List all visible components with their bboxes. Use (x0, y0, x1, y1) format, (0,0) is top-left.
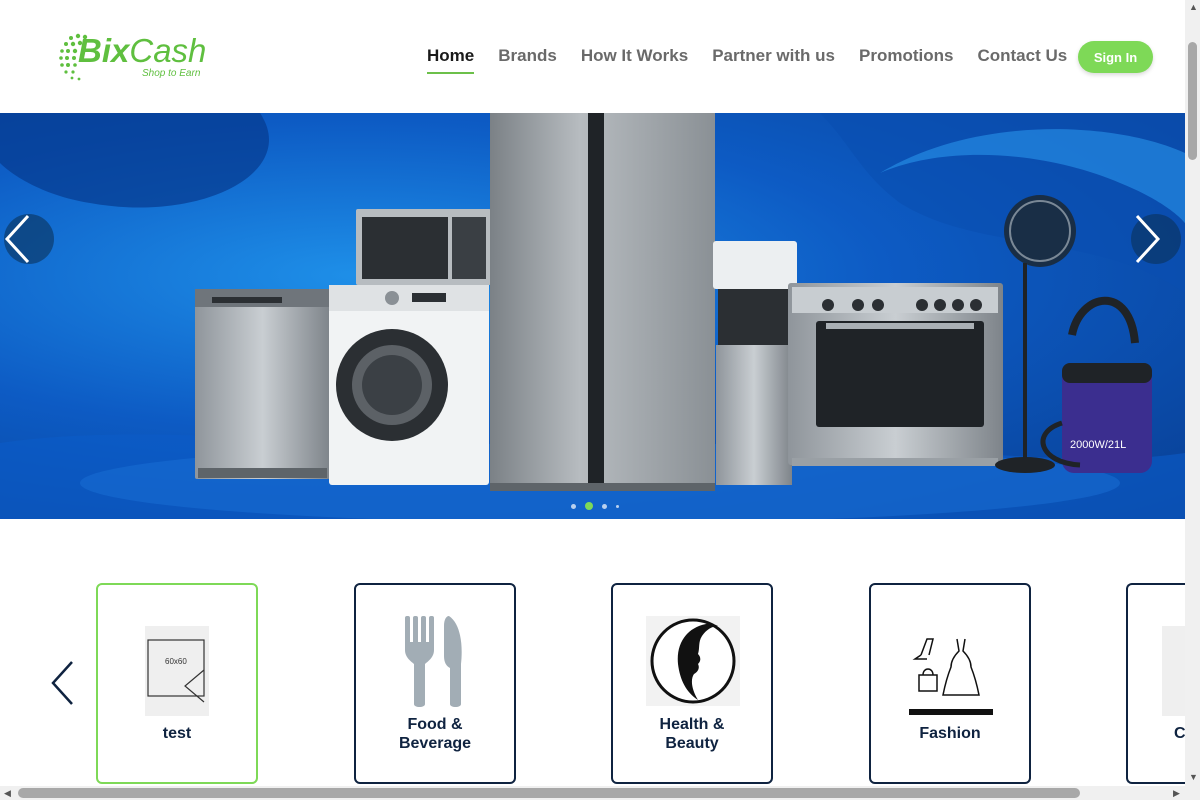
carousel-indicators (571, 502, 619, 510)
hero-next-button[interactable] (1131, 214, 1181, 264)
chevron-left-icon (4, 214, 30, 264)
site-header: BixCash Shop to Earn Home Brands How It … (0, 0, 1185, 113)
category-label: Health & Beauty (613, 715, 771, 753)
category-label: Food & Beverage (356, 715, 514, 753)
category-label-line-1: Food & (407, 716, 463, 733)
category-card-test[interactable]: 60x60 test (96, 583, 258, 784)
vacuum-label: 2000W/21L (1070, 439, 1126, 451)
fashion-icon (909, 638, 993, 715)
sign-in-button[interactable]: Sign In (1078, 41, 1153, 73)
carousel-dot-2[interactable] (585, 502, 593, 510)
scroll-down-arrow-icon[interactable]: ▼ (1189, 772, 1198, 782)
placeholder-size-label: 60x60 (165, 657, 187, 666)
category-label-line-1: Health & (659, 716, 725, 733)
nav-promotions[interactable]: Promotions (859, 46, 953, 74)
face-silhouette-graphic (650, 618, 736, 704)
vertical-scrollbar-thumb[interactable] (1188, 42, 1197, 160)
chevron-right-icon (1135, 214, 1161, 264)
hero-banner-image: 2000W/21L (0, 113, 1185, 519)
logo-bix: Bix (78, 32, 130, 69)
category-label: C (1174, 725, 1186, 742)
carousel-dot-1[interactable] (571, 503, 576, 509)
nav-how-it-works[interactable]: How It Works (581, 46, 688, 74)
logo-wordmark: BixCash (78, 32, 206, 70)
nav-brands[interactable]: Brands (498, 46, 557, 74)
placeholder-image-icon: 60x60 (145, 626, 209, 716)
categories-prev-chevron-left-icon[interactable] (48, 660, 78, 706)
logo-tagline: Shop to Earn (142, 68, 201, 79)
horizontal-scrollbar-thumb[interactable] (18, 788, 1080, 798)
scroll-left-arrow-icon[interactable]: ◀ (4, 788, 11, 799)
category-label-line-2: Beverage (398, 735, 472, 752)
scroll-right-arrow-icon[interactable]: ▶ (1173, 788, 1180, 799)
category-label-line-2: Beauty (665, 735, 719, 752)
carousel-dot-3[interactable] (602, 503, 607, 509)
nav-contact-us[interactable]: Contact Us (977, 46, 1067, 74)
hero-prev-button[interactable] (4, 214, 54, 264)
category-label: test (162, 725, 192, 742)
logo-cash: Cash (129, 32, 207, 69)
category-card-food-beverage[interactable]: Food & Beverage (354, 583, 516, 784)
category-card-health-beauty[interactable]: Health & Beauty (611, 583, 773, 784)
scroll-up-arrow-icon[interactable]: ▲ (1189, 2, 1198, 12)
category-card-fashion[interactable]: Fashion (869, 583, 1031, 784)
nav-partner-with-us[interactable]: Partner with us (712, 46, 835, 74)
placeholder-graphic: 60x60 (147, 639, 205, 703)
hero-carousel: 2000W/21L (0, 113, 1185, 519)
carousel-dot-4[interactable] (616, 504, 619, 508)
page: BixCash Shop to Earn Home Brands How It … (0, 0, 1200, 800)
nav-home[interactable]: Home (427, 46, 475, 74)
main-nav: Home Brands How It Works Partner with us… (427, 46, 1091, 74)
fork-knife-icon (405, 616, 462, 707)
bixcash-logo[interactable]: BixCash Shop to Earn (56, 26, 216, 86)
face-silhouette-icon (646, 616, 740, 706)
category-label: Fashion (919, 725, 981, 742)
